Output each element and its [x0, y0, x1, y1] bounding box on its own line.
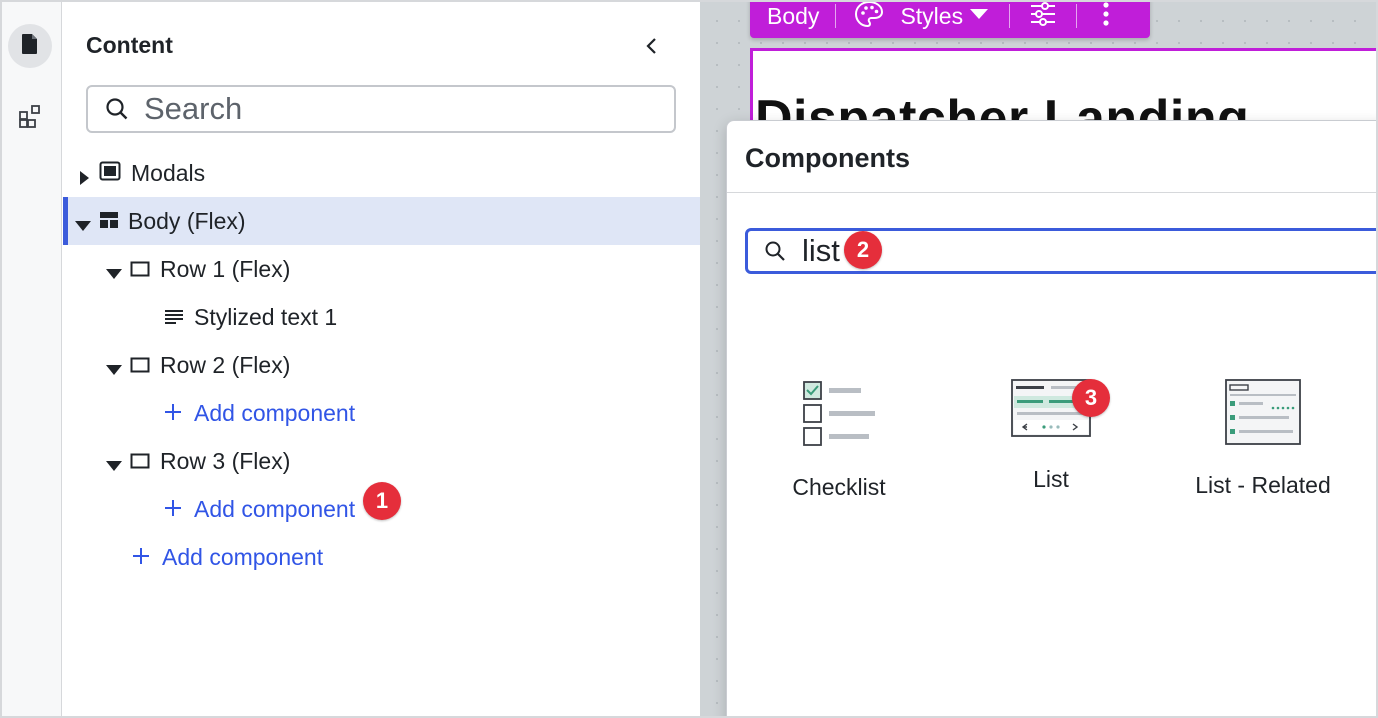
component-tile-label: Checklist	[792, 474, 886, 500]
popover-divider	[727, 192, 1376, 193]
plus-icon	[132, 544, 150, 571]
tree-item-label: Modals	[131, 159, 206, 186]
toolbar-element-label[interactable]: Body	[767, 3, 819, 30]
checklist-thumbnail	[744, 379, 934, 452]
components-icon	[17, 103, 43, 134]
toolbar-divider	[835, 4, 837, 28]
palette-icon	[854, 2, 884, 33]
tree-item-stylized-text[interactable]: Stylized text 1	[63, 293, 700, 341]
layout-icon	[99, 208, 119, 235]
panel-title: Content	[86, 32, 173, 58]
list-related-thumbnail	[1168, 379, 1358, 450]
toolbar-divider	[1009, 4, 1011, 28]
rail-components-button[interactable]	[8, 96, 52, 140]
box-icon	[130, 352, 150, 379]
add-component-label: Add component	[194, 399, 356, 426]
caret-down-icon[interactable]	[74, 213, 91, 231]
components-search-input[interactable]	[802, 233, 1362, 269]
step-badge: 3	[1072, 379, 1110, 417]
plus-icon	[164, 496, 182, 523]
component-tile-list-related[interactable]: List - Related	[1168, 379, 1358, 499]
toolbar-styles-button[interactable]: Styles	[854, 2, 989, 33]
settings-sliders-icon[interactable]	[1030, 2, 1056, 32]
caret-down-icon	[969, 7, 989, 26]
tree-item-label: Row 2 (Flex)	[160, 351, 291, 378]
component-tile-label: List - Related	[1195, 472, 1331, 498]
add-component-label: Add component	[162, 543, 324, 570]
text-lines-icon	[164, 304, 184, 331]
components-popover: Components Checklist	[726, 120, 1376, 716]
plus-icon	[164, 400, 182, 427]
tree-item-label: Row 3 (Flex)	[160, 447, 291, 474]
components-title: Components	[745, 143, 910, 173]
box-icon	[130, 256, 150, 283]
caret-down-icon[interactable]	[105, 453, 122, 471]
element-toolbar: Body Styles	[750, 2, 1150, 38]
tree-item-body[interactable]: Body (Flex)	[63, 197, 700, 245]
caret-down-icon[interactable]	[105, 357, 122, 375]
tree-item-row-2[interactable]: Row 2 (Flex)	[63, 341, 700, 389]
tree-item-label: Row 1 (Flex)	[160, 255, 291, 282]
more-vertical-icon[interactable]	[1102, 2, 1110, 32]
tree-item-modals[interactable]: Modals	[63, 149, 700, 197]
add-component-label: Add component	[194, 495, 356, 522]
component-tile-checklist[interactable]: Checklist	[744, 379, 934, 501]
tree-item-row-3[interactable]: Row 3 (Flex)	[63, 437, 700, 485]
search-input[interactable]	[144, 91, 664, 127]
rail-content-button[interactable]	[8, 24, 52, 68]
tree-item-label: Body (Flex)	[128, 207, 246, 234]
step-badge: 2	[844, 231, 882, 269]
add-component-link[interactable]: Add component	[63, 389, 700, 437]
caret-right-icon[interactable]	[76, 165, 92, 185]
collapse-panel-button[interactable]	[641, 34, 663, 58]
document-icon	[20, 33, 40, 60]
step-badge: 1	[363, 482, 401, 520]
tree-item-row-1[interactable]: Row 1 (Flex)	[63, 245, 700, 293]
tree-item-label: Stylized text 1	[194, 303, 338, 330]
search-icon	[764, 240, 786, 262]
app-window: Content Modals	[0, 0, 1378, 718]
caret-down-icon[interactable]	[105, 261, 122, 279]
component-tile-label: List	[1033, 466, 1069, 492]
content-panel: Content Modals	[63, 2, 700, 716]
content-search[interactable]	[86, 85, 676, 133]
list-thumbnail	[956, 379, 1146, 444]
search-icon	[104, 96, 130, 122]
component-tile-list[interactable]: List	[956, 379, 1146, 493]
components-search[interactable]	[745, 228, 1376, 274]
chevron-left-icon	[641, 38, 663, 62]
add-component-link[interactable]: Add component	[63, 533, 700, 581]
toolbar-divider	[1076, 4, 1078, 28]
left-rail	[2, 2, 62, 716]
selection-indicator	[63, 197, 68, 245]
modal-icon	[99, 160, 121, 187]
box-icon	[130, 448, 150, 475]
toolbar-styles-label: Styles	[900, 2, 964, 29]
